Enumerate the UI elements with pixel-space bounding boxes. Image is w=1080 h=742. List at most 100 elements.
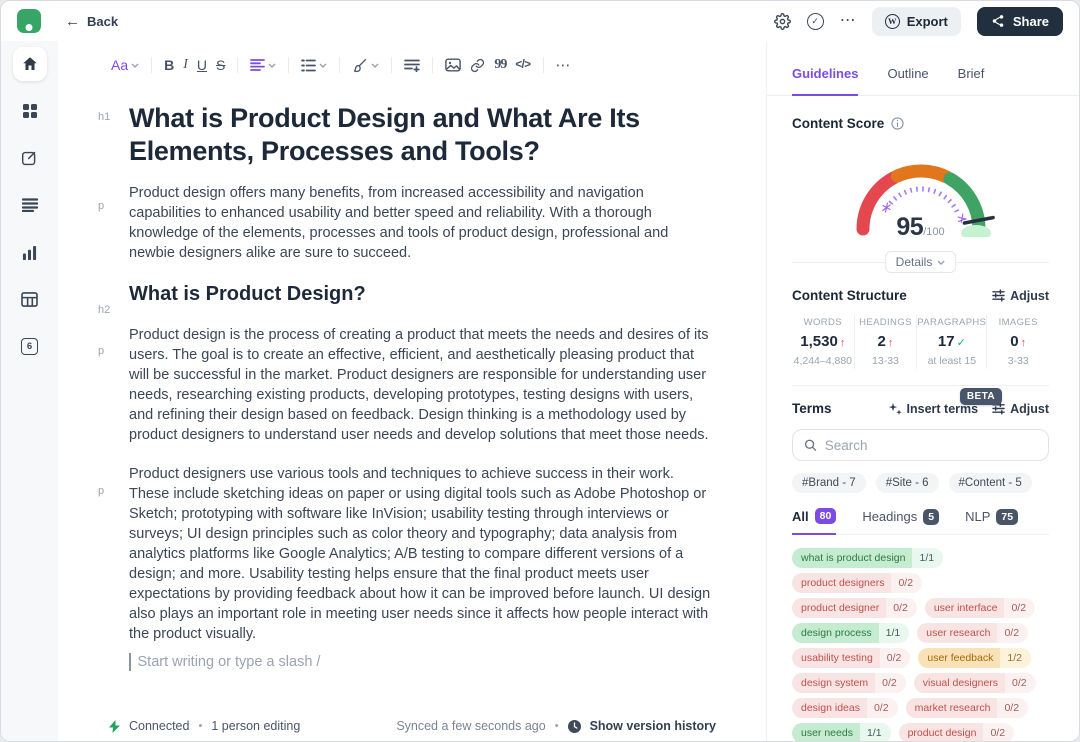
term-chip[interactable]: design ideas 0/2 bbox=[792, 698, 898, 718]
term-chip[interactable]: product design 0/2 bbox=[899, 723, 1015, 742]
align-left-icon bbox=[250, 59, 265, 71]
sync-status: Synced a few seconds ago • Show version … bbox=[396, 719, 716, 733]
share-icon bbox=[991, 14, 1005, 28]
heading2-block[interactable]: h2 What is Product Design? bbox=[129, 282, 766, 307]
info-icon[interactable] bbox=[891, 117, 904, 130]
insert-block-button[interactable] bbox=[404, 59, 420, 72]
term-chip[interactable]: usability testing 0/2 bbox=[792, 648, 910, 668]
align-dropdown[interactable] bbox=[250, 59, 276, 71]
block-tag-label: p bbox=[98, 485, 104, 497]
list-dropdown[interactable] bbox=[301, 59, 327, 72]
bold-button[interactable]: B bbox=[164, 57, 174, 73]
paragraph-block[interactable]: p Product design is the process of creat… bbox=[129, 325, 766, 445]
term-label: user research bbox=[917, 623, 997, 643]
paragraph-block[interactable]: p Product designers use various tools an… bbox=[129, 464, 766, 644]
score-value: 95/100 bbox=[836, 213, 1006, 242]
check-circle-icon[interactable]: ✓ bbox=[807, 13, 824, 30]
editing-label: 1 person editing bbox=[211, 719, 300, 733]
export-button[interactable]: W Export bbox=[872, 7, 961, 36]
document-title[interactable]: What is Product Design and What Are Its … bbox=[129, 102, 725, 168]
tab-outline[interactable]: Outline bbox=[887, 66, 928, 95]
term-chip[interactable]: market research 0/2 bbox=[906, 698, 1028, 718]
hash-chip[interactable]: #Site - 6 bbox=[876, 473, 939, 493]
count-badge: 75 bbox=[996, 509, 1018, 525]
details-row: Details bbox=[792, 250, 1049, 274]
format-brush-dropdown[interactable] bbox=[352, 58, 379, 73]
paragraph-text[interactable]: Product design is the process of creatin… bbox=[129, 325, 713, 445]
term-label: user feedback bbox=[918, 648, 1000, 668]
term-chip[interactable]: user feedback 1/2 bbox=[918, 648, 1031, 668]
heading1-block[interactable]: h1 What is Product Design and What Are I… bbox=[129, 102, 766, 168]
filter-tab-nlp[interactable]: NLP 75 bbox=[965, 508, 1018, 534]
hash-chip[interactable]: #Content - 5 bbox=[949, 473, 1032, 493]
document-body[interactable]: h1 What is Product Design and What Are I… bbox=[58, 93, 766, 675]
share-button[interactable]: Share bbox=[977, 7, 1063, 36]
terms-search bbox=[792, 429, 1049, 461]
term-chip[interactable]: user interface 0/2 bbox=[925, 598, 1035, 618]
table-icon bbox=[21, 292, 38, 307]
back-button[interactable]: ← Back bbox=[65, 13, 118, 30]
sidebar-item-table[interactable] bbox=[13, 282, 47, 316]
filter-tab-headings[interactable]: Headings 5 bbox=[862, 508, 939, 534]
code-button[interactable]: </> bbox=[515, 59, 530, 71]
sidebar-item-home[interactable] bbox=[13, 47, 47, 81]
chevron-down-icon bbox=[131, 63, 139, 68]
link-button[interactable] bbox=[470, 58, 485, 73]
terms-adjust-button[interactable]: Adjust bbox=[992, 402, 1049, 416]
tune-icon bbox=[992, 289, 1005, 302]
details-button[interactable]: Details bbox=[885, 251, 957, 273]
stat-column: WORDS 1,530 4,244–4,880 bbox=[792, 315, 854, 369]
link-icon bbox=[470, 58, 485, 73]
term-chip[interactable]: product designer 0/2 bbox=[792, 598, 917, 618]
section-heading[interactable]: What is Product Design? bbox=[129, 282, 766, 307]
chevron-down-icon bbox=[371, 63, 379, 68]
underline-button[interactable]: U bbox=[197, 57, 207, 73]
content-score-header: Content Score bbox=[792, 116, 1049, 131]
sidebar-item-apps[interactable] bbox=[13, 94, 47, 128]
term-label: design system bbox=[792, 673, 875, 693]
term-chip[interactable]: design process 1/1 bbox=[792, 623, 909, 643]
version-history-button[interactable]: Show version history bbox=[590, 719, 716, 733]
sidebar-item-six[interactable]: 6 bbox=[13, 329, 47, 363]
term-chip[interactable]: design system 0/2 bbox=[792, 673, 906, 693]
synced-label: Synced a few seconds ago bbox=[396, 719, 545, 733]
search-input[interactable] bbox=[825, 438, 1037, 453]
count-badge: 5 bbox=[923, 509, 939, 525]
stat-value: 0 bbox=[987, 333, 1049, 350]
sidebar-item-analytics[interactable] bbox=[13, 235, 47, 269]
sidebar-item-paragraphs[interactable] bbox=[13, 188, 47, 222]
strikethrough-button[interactable]: S bbox=[216, 57, 225, 73]
paragraph-block[interactable]: p Product design offers many benefits, f… bbox=[129, 183, 766, 263]
settings-gear-icon[interactable] bbox=[774, 13, 791, 30]
more-menu-button[interactable]: ⋯ bbox=[840, 13, 856, 29]
term-chip[interactable]: visual designers 0/2 bbox=[914, 673, 1036, 693]
term-count: 0/2 bbox=[1004, 598, 1035, 618]
stat-column: IMAGES 0 3-33 bbox=[986, 315, 1049, 369]
term-label: usability testing bbox=[792, 648, 880, 668]
toolbar-divider bbox=[391, 57, 392, 73]
content-score-title: Content Score bbox=[792, 116, 884, 131]
term-chip[interactable]: what is product design 1/1 bbox=[792, 548, 943, 568]
tab-guidelines[interactable]: Guidelines bbox=[792, 66, 858, 96]
text-style-dropdown[interactable]: Aa bbox=[111, 57, 139, 73]
term-label: product designers bbox=[792, 573, 891, 593]
term-count: 0/2 bbox=[1005, 673, 1036, 693]
term-chip[interactable]: user research 0/2 bbox=[917, 623, 1028, 643]
paragraph-text[interactable]: Product design offers many benefits, fro… bbox=[129, 183, 713, 263]
term-chip[interactable]: user needs 1/1 bbox=[792, 723, 891, 742]
app-logo-icon[interactable] bbox=[17, 9, 41, 33]
filter-tab-all[interactable]: All 80 bbox=[792, 508, 836, 535]
term-chip[interactable]: product designers 0/2 bbox=[792, 573, 922, 593]
tab-brief[interactable]: Brief bbox=[958, 66, 985, 95]
quote-button[interactable]: 99 bbox=[494, 57, 506, 73]
image-button[interactable] bbox=[445, 58, 461, 72]
italic-button[interactable]: I bbox=[183, 57, 188, 73]
toolbar-more-button[interactable]: ⋯ bbox=[556, 56, 572, 74]
paragraph-text[interactable]: Product designers use various tools and … bbox=[129, 464, 713, 644]
stat-label: HEADINGS bbox=[855, 317, 917, 328]
hash-chip[interactable]: #Brand - 7 bbox=[792, 473, 866, 493]
editor-placeholder[interactable]: Start writing or type a slash / bbox=[129, 653, 766, 671]
structure-adjust-button[interactable]: Adjust bbox=[992, 289, 1049, 303]
sidebar-item-compose[interactable] bbox=[13, 141, 47, 175]
stat-indicator-icon bbox=[840, 337, 846, 349]
